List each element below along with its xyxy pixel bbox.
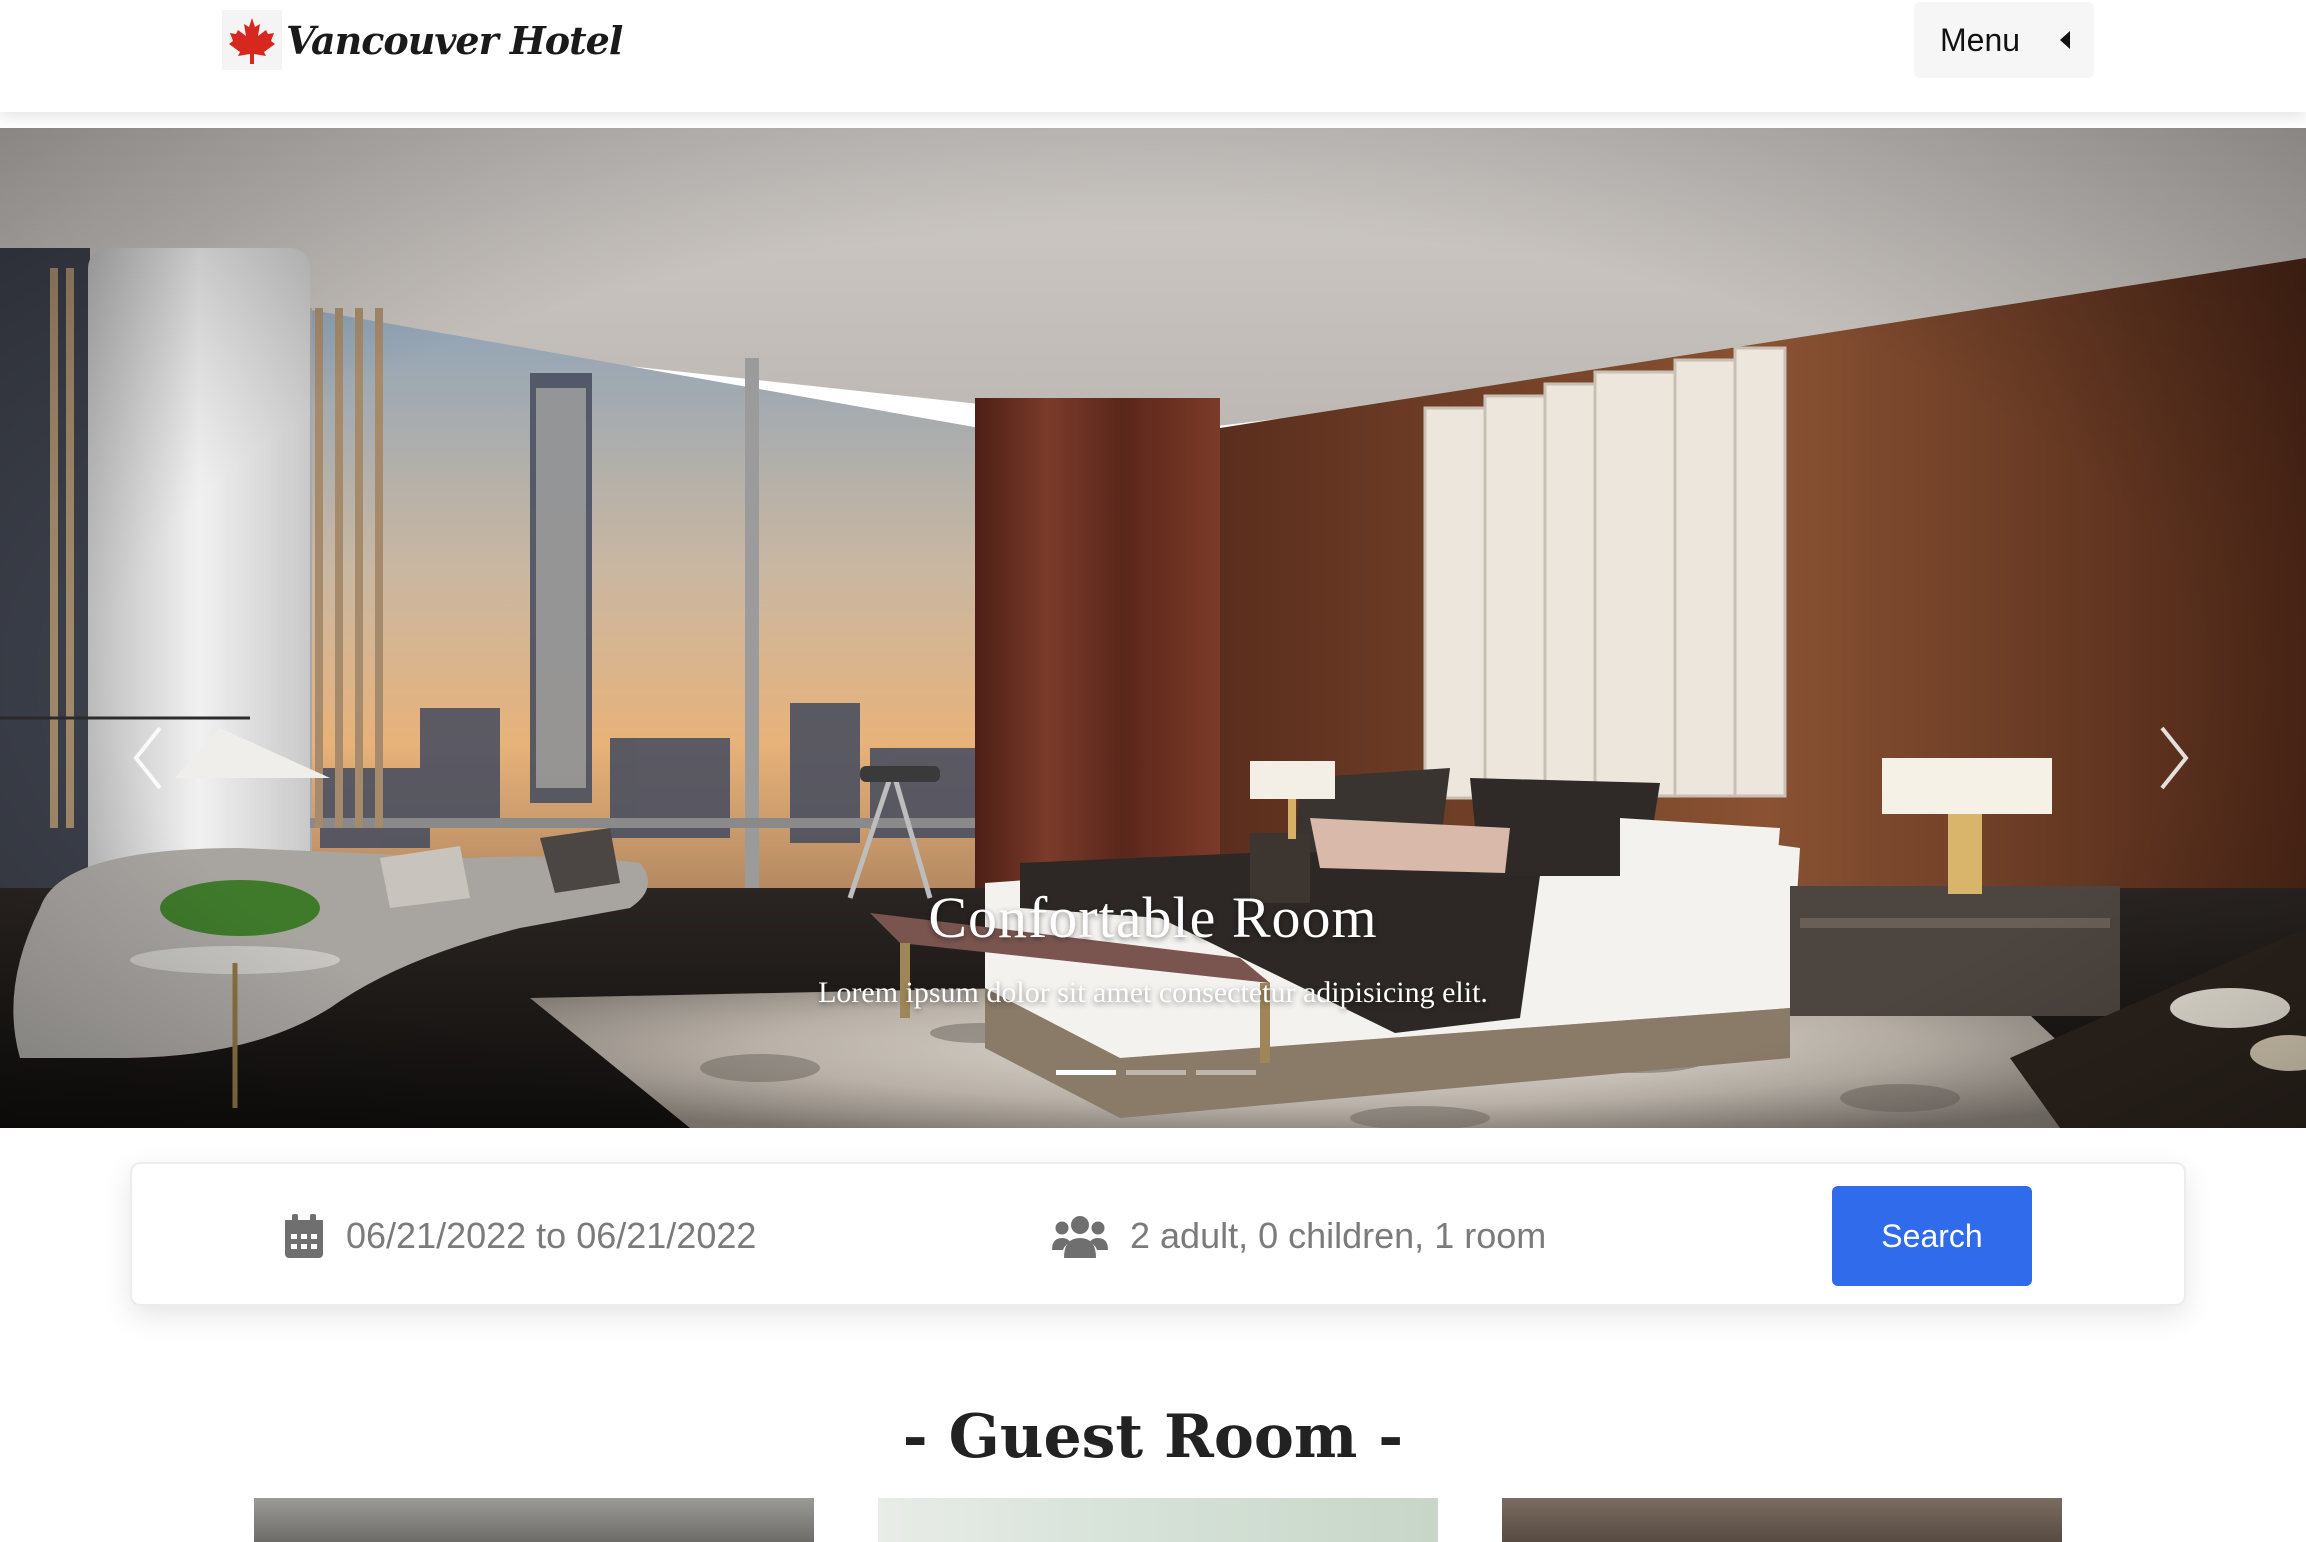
guests-field[interactable]: 2 adult, 0 children, 1 room	[1052, 1208, 1546, 1264]
room-card-3[interactable]	[1502, 1498, 2062, 1542]
room-card-1[interactable]	[254, 1498, 814, 1542]
chevron-left-icon	[133, 726, 162, 790]
carousel-prev-button[interactable]	[122, 718, 182, 798]
slide-title: Confortable Room	[928, 885, 1378, 950]
date-range-field[interactable]: 06/21/2022 to 06/21/2022	[284, 1208, 756, 1264]
menu-button[interactable]: Menu	[1914, 2, 2094, 78]
site-header: Vancouver Hotel Menu	[0, 0, 2306, 112]
brand-logo[interactable]: Vancouver Hotel	[222, 10, 623, 70]
carousel-indicators	[1056, 1070, 1256, 1075]
caret-left-icon	[2060, 31, 2070, 49]
room-card-2[interactable]	[878, 1498, 1438, 1542]
booking-search-bar: 06/21/2022 to 06/21/2022 2 adult, 0 chil…	[130, 1162, 2186, 1306]
carousel-indicator-2[interactable]	[1126, 1070, 1186, 1075]
chevron-right-icon	[2160, 726, 2189, 790]
search-button[interactable]: Search	[1832, 1186, 2032, 1286]
guests-value: 2 adult, 0 children, 1 room	[1130, 1215, 1547, 1256]
carousel-indicator-3[interactable]	[1196, 1070, 1256, 1075]
users-icon	[1052, 1214, 1108, 1258]
slide-subtitle: Lorem ipsum dolor sit amet consectetur a…	[818, 976, 1488, 1009]
menu-label: Menu	[1940, 21, 2021, 58]
calendar-icon	[284, 1213, 324, 1259]
date-range-value: 06/21/2022 to 06/21/2022	[346, 1215, 757, 1256]
section-title: - Guest Room -	[902, 1402, 1404, 1472]
carousel-indicator-1[interactable]	[1056, 1070, 1116, 1075]
brand-name: Vancouver Hotel	[286, 17, 623, 63]
maple-leaf-icon	[222, 10, 282, 70]
carousel-next-button[interactable]	[2140, 718, 2200, 798]
hero-carousel: Confortable Room Lorem ipsum dolor sit a…	[0, 128, 2306, 1128]
